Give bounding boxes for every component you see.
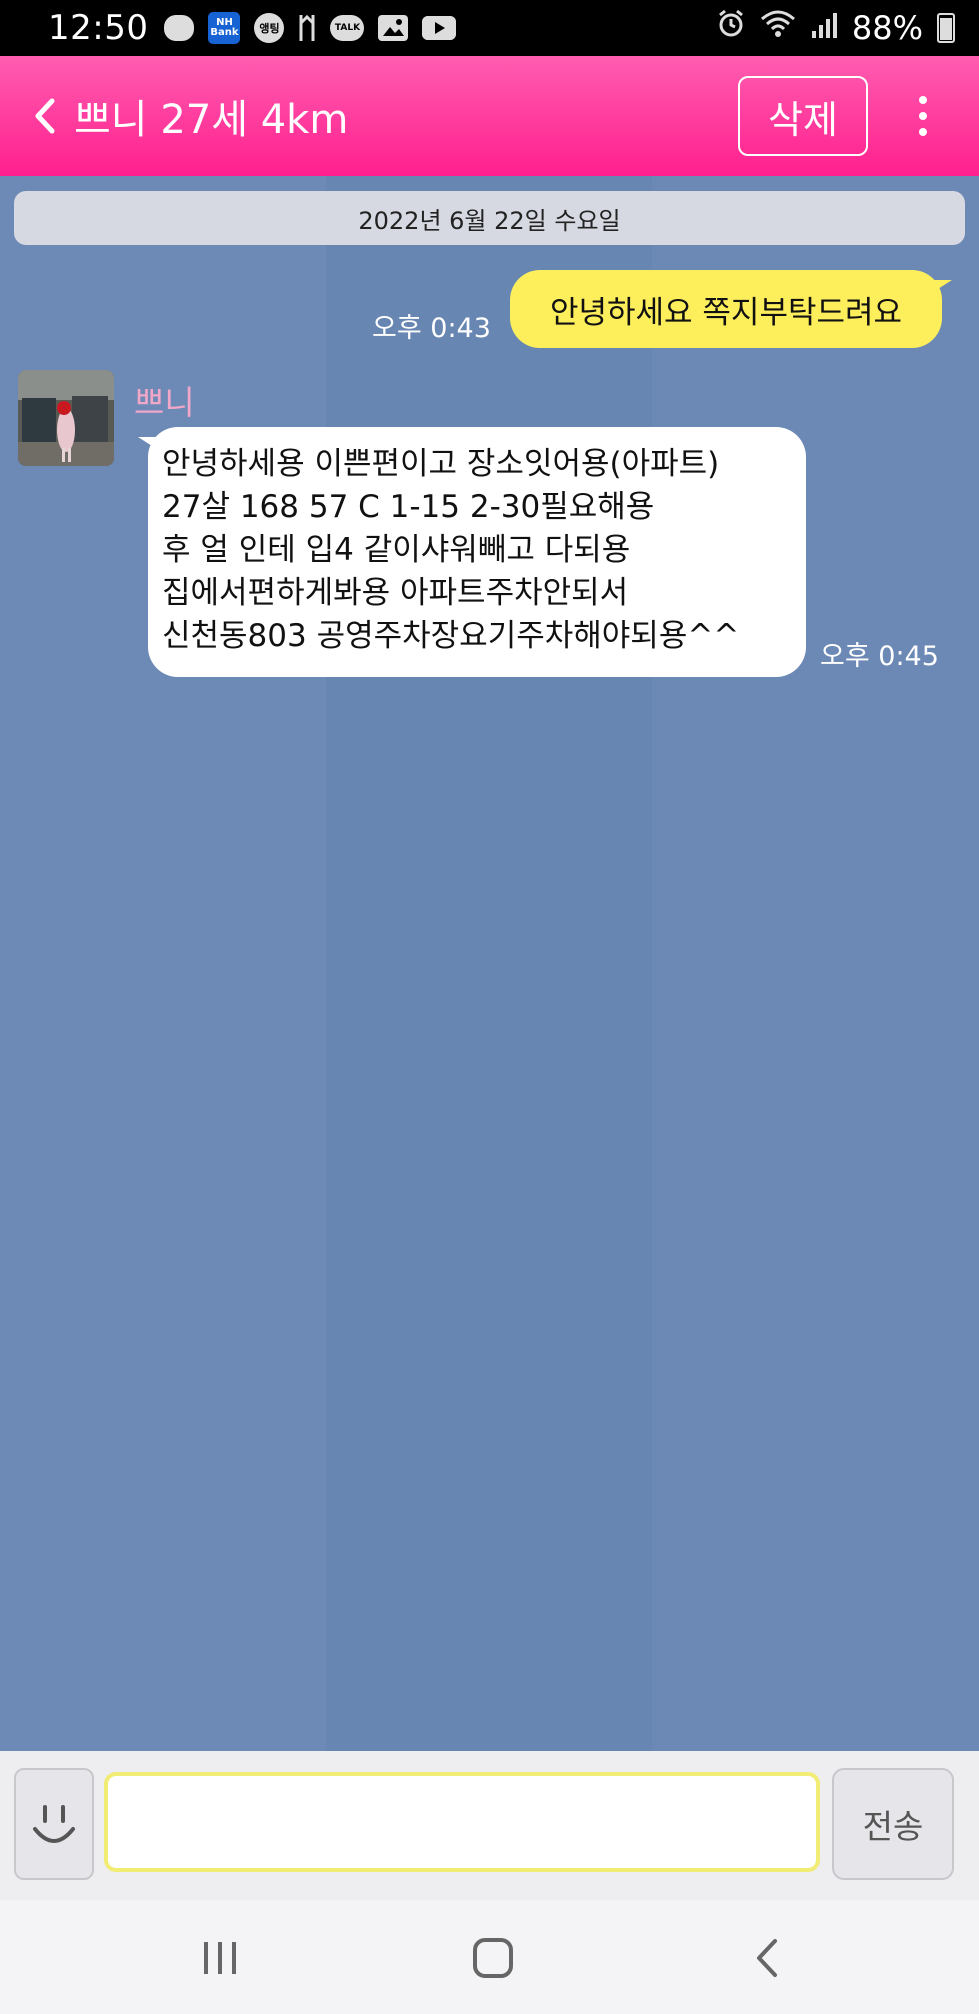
message-icon <box>164 15 195 41</box>
incoming-message-bubble[interactable]: 안녕하세용 이쁜편이고 장소잇어용(아파트) 27살 168 57 C 1-15… <box>138 427 806 677</box>
background-stripe <box>652 176 979 1751</box>
battery-icon <box>937 13 955 43</box>
date-divider: 2022년 6월 22일 수요일 <box>14 191 965 245</box>
system-navigation-bar <box>0 1900 979 2014</box>
message-line: 후 얼 인테 입4 같이샤워빼고 다되용 <box>162 532 631 568</box>
background-stripe <box>326 176 652 1751</box>
nh-bank-icon: NH Bank <box>208 12 241 44</box>
recent-apps-icon[interactable] <box>190 1928 250 1988</box>
chat-header: 쁘니 27세 4km 삭제 <box>0 56 979 176</box>
message-time: 오후 0:43 <box>372 313 491 344</box>
message-line: 신천동803 공영주차장요기주차해야되용^^ <box>162 618 740 654</box>
status-time: 12:50 <box>48 8 149 48</box>
send-button[interactable]: 전송 <box>832 1768 954 1880</box>
system-status: 88% <box>716 9 955 47</box>
message-line: 집에서편하게봐용 아파트주차안되서 <box>162 575 629 611</box>
delete-button[interactable]: 삭제 <box>738 76 868 156</box>
battery-percent: 88% <box>851 9 923 47</box>
sender-avatar[interactable] <box>18 370 114 466</box>
nav-back-icon[interactable] <box>737 1928 797 1988</box>
status-bar: 12:50 NH Bank 앵팅 TALK 88% <box>0 0 979 56</box>
smiley-icon <box>33 1805 75 1843</box>
emoticon-button[interactable] <box>14 1768 94 1880</box>
message-input[interactable] <box>104 1772 820 1872</box>
alarm-icon <box>716 9 746 47</box>
home-icon[interactable] <box>463 1928 523 1988</box>
signal-app-icon <box>298 13 316 43</box>
message-time: 오후 0:45 <box>820 641 939 672</box>
gallery-icon <box>378 15 409 41</box>
app-icon: 앵팅 <box>254 13 285 43</box>
notification-icons: NH Bank 앵팅 TALK <box>164 12 457 44</box>
chat-title: 쁘니 27세 4km <box>74 97 349 143</box>
more-options-icon[interactable] <box>905 86 941 146</box>
message-line: 안녕하세용 이쁜편이고 장소잇어용(아파트) <box>162 446 720 482</box>
back-icon[interactable] <box>14 56 74 176</box>
cellular-signal-icon <box>810 9 838 47</box>
sender-name: 쁘니 <box>134 383 195 422</box>
message-line: 27살 168 57 C 1-15 2-30필요해용 <box>162 489 655 525</box>
chat-area[interactable]: 2022년 6월 22일 수요일 오후 0:43 안녕하세요 쪽지부탁드려요 쁘… <box>0 176 979 1751</box>
talk-icon: TALK <box>330 15 365 41</box>
outgoing-message-bubble[interactable]: 안녕하세요 쪽지부탁드려요 <box>510 270 952 348</box>
youtube-icon <box>422 16 457 40</box>
wifi-icon <box>760 9 796 47</box>
message-input-bar: 전송 <box>0 1751 979 1900</box>
